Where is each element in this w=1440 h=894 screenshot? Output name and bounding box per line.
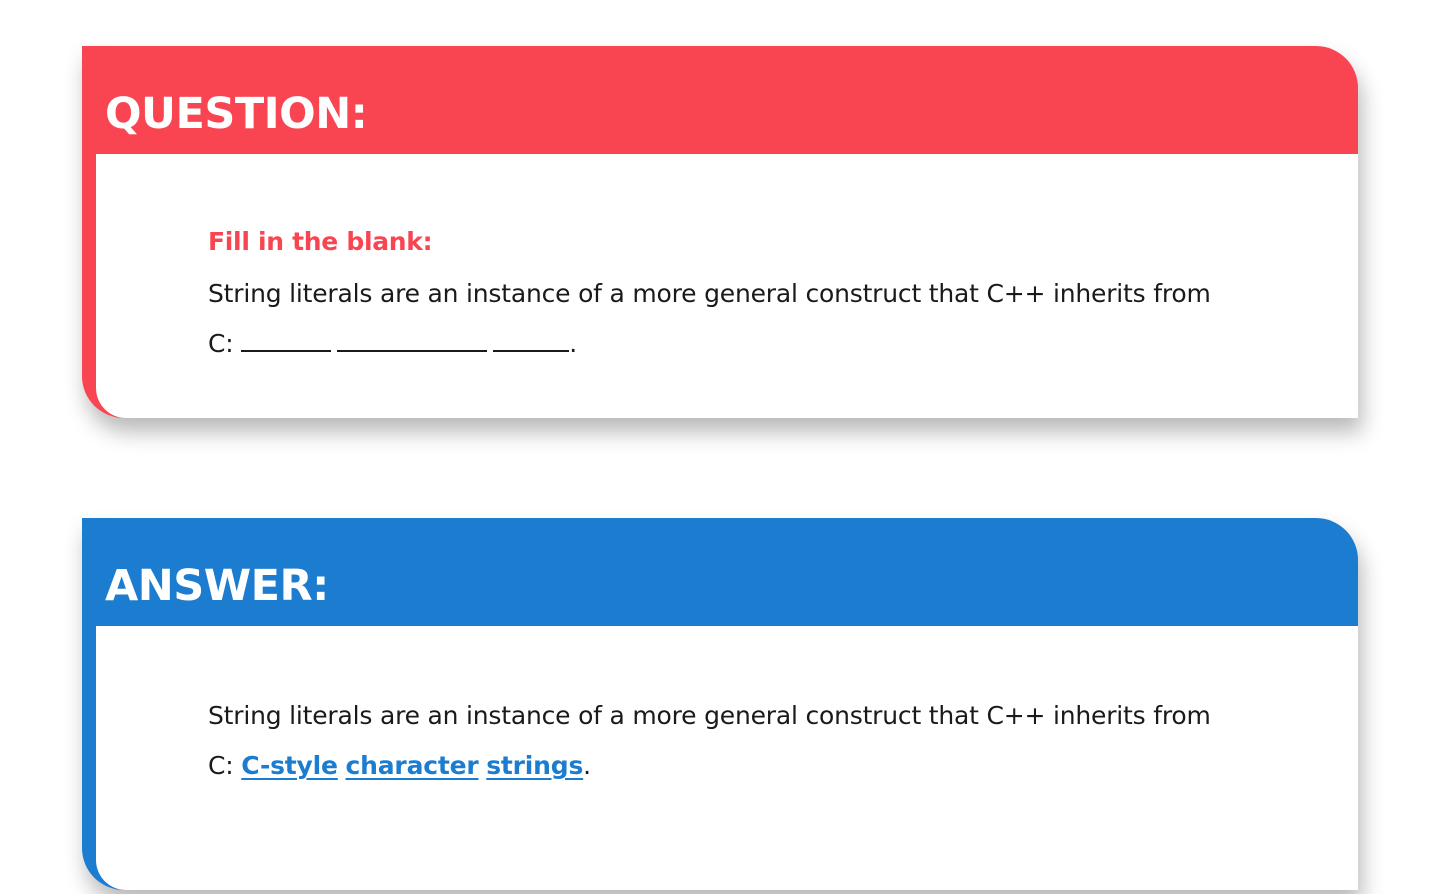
question-card: QUESTION: Fill in the blank: String lite… [82, 46, 1358, 418]
question-end: . [569, 329, 577, 358]
blank-3 [493, 328, 570, 352]
question-title: QUESTION: [105, 89, 368, 139]
blank-2 [337, 328, 488, 352]
answer-word-3: strings [486, 751, 584, 780]
answer-body: String literals are an instance of a mor… [96, 626, 1358, 890]
answer-word-1: C-style [241, 751, 338, 780]
answer-end: . [583, 751, 591, 780]
question-prompt: Fill in the blank: [208, 227, 433, 256]
question-text: String literals are an instance of a mor… [208, 269, 1228, 369]
answer-card: ANSWER: String literals are an instance … [82, 518, 1358, 890]
question-body: Fill in the blank: String literals are a… [96, 154, 1358, 418]
answer-title: ANSWER: [105, 561, 329, 611]
answer-text: String literals are an instance of a mor… [208, 691, 1228, 791]
answer-word-2: character [345, 751, 479, 780]
blank-1 [241, 328, 332, 352]
